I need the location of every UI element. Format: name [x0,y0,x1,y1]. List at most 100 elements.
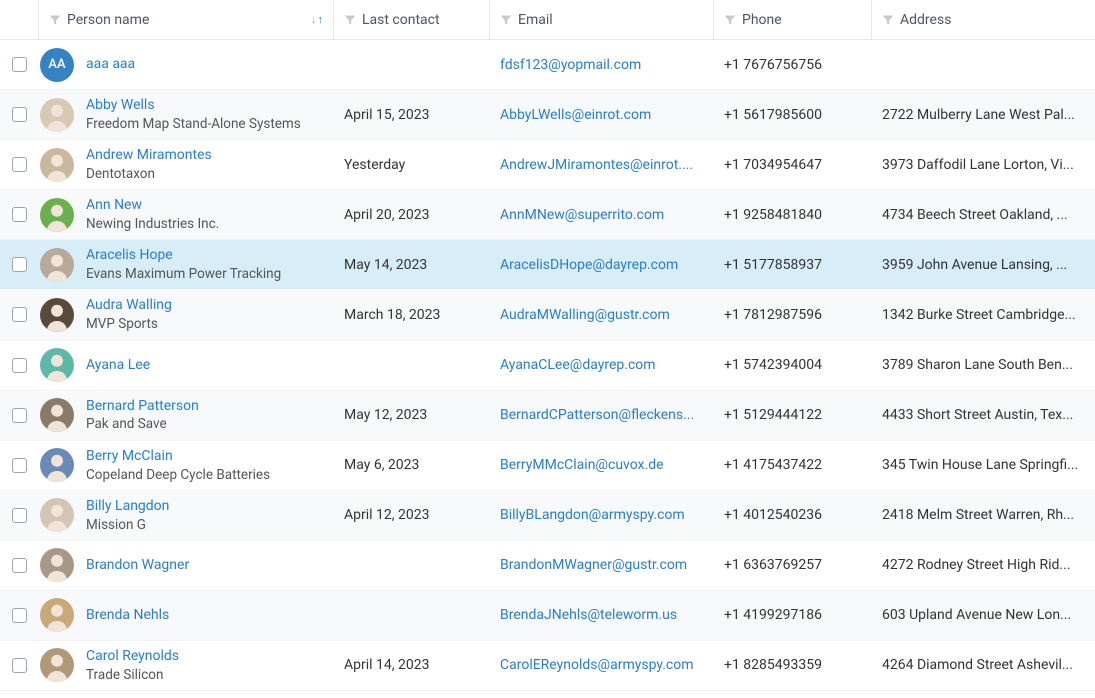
row-checkbox-cell [0,57,38,72]
person-name-link[interactable]: Billy Langdon [86,497,169,516]
table-row[interactable]: Ayana LeeAyanaCLee@dayrep.com+1 57423940… [0,341,1095,391]
email-cell: AudraMWalling@gustr.com [489,299,713,331]
person-name-link[interactable]: Abby Wells [86,96,301,115]
row-checkbox-cell [0,458,38,473]
avatar[interactable] [40,598,74,632]
header-address[interactable]: Address [871,0,1095,39]
row-checkbox[interactable] [12,358,27,373]
row-checkbox[interactable] [12,458,27,473]
table-row[interactable]: Brandon WagnerBrandonMWagner@gustr.com+1… [0,541,1095,591]
person-name-link[interactable]: Berry McClain [86,447,270,466]
email-link[interactable]: BerryMMcClain@cuvox.de [500,457,664,473]
avatar[interactable]: AA [40,48,74,82]
row-checkbox[interactable] [12,107,27,122]
avatar[interactable] [40,98,74,132]
email-link[interactable]: BillyBLangdon@armyspy.com [500,507,685,523]
email-cell: BerryMMcClain@cuvox.de [489,449,713,481]
person-name-link[interactable]: Audra Walling [86,296,172,315]
table-row[interactable]: Audra WallingMVP SportsMarch 18, 2023Aud… [0,290,1095,340]
row-checkbox-cell [0,307,38,322]
person-text: Aracelis HopeEvans Maximum Power Trackin… [86,246,281,283]
table-row[interactable]: Billy LangdonMission GApril 12, 2023Bill… [0,491,1095,541]
avatar[interactable] [40,498,74,532]
email-link[interactable]: CarolEReynolds@armyspy.com [500,657,694,673]
table-row[interactable]: Ann NewNewing Industries Inc.April 20, 2… [0,190,1095,240]
row-checkbox[interactable] [12,57,27,72]
email-cell: BrandonMWagner@gustr.com [489,549,713,581]
person-name-link[interactable]: aaa aaa [86,55,135,74]
filter-icon[interactable] [724,14,736,26]
header-phone-label: Phone [742,12,782,28]
email-link[interactable]: BrandonMWagner@gustr.com [500,557,687,573]
email-link[interactable]: AndrewJMiramontes@einrot.... [500,157,693,173]
avatar[interactable] [40,548,74,582]
row-checkbox[interactable] [12,508,27,523]
phone-cell: +1 5177858937 [713,249,871,281]
avatar[interactable] [40,298,74,332]
email-cell: fdsf123@yopmail.com [489,49,713,81]
person-name-link[interactable]: Bernard Patterson [86,397,199,416]
row-checkbox[interactable] [12,558,27,573]
table-row[interactable]: Brenda Nehls BrendaJNehls@teleworm.us +1 4… [0,591,1095,641]
sort-icon[interactable]: ↓↑ [311,14,323,25]
avatar[interactable] [40,148,74,182]
table-row[interactable]: AAaaa aaafdsf123@yopmail.com+1 767675675… [0,40,1095,90]
avatar[interactable] [40,448,74,482]
person-name-link[interactable]: Ayana Lee [86,356,150,375]
person-name-link[interactable]: Aracelis Hope [86,246,281,265]
person-company: Pak and Save [86,415,199,433]
row-checkbox[interactable] [12,157,27,172]
table-row[interactable]: Berry McClainCopeland Deep Cycle Batteri… [0,441,1095,491]
avatar[interactable] [40,198,74,232]
phone-cell: +1 4199297186 [713,599,871,631]
row-checkbox[interactable] [12,257,27,272]
person-name-link[interactable]: Brandon Wagner [86,556,189,575]
table-row[interactable]: Carol ReynoldsTrade SiliconApril 14, 202… [0,641,1095,691]
person-name-link[interactable]: Brenda Nehls [86,606,169,625]
row-checkbox[interactable] [12,307,27,322]
email-link[interactable]: AracelisDHope@dayrep.com [500,257,678,273]
row-checkbox[interactable] [12,408,27,423]
address-cell: 603 Upland Avenue New Lon... [871,599,1095,631]
avatar[interactable] [40,248,74,282]
person-company: Mission G [86,516,169,534]
table-body: AAaaa aaafdsf123@yopmail.com+1 767675675… [0,40,1095,691]
email-cell: AracelisDHope@dayrep.com [489,249,713,281]
filter-icon[interactable] [344,14,356,26]
table-row[interactable]: Andrew MiramontesDentotaxonYesterdayAndr… [0,140,1095,190]
row-checkbox[interactable] [12,658,27,673]
email-link[interactable]: AyanaCLee@dayrep.com [500,357,656,373]
address-cell: 345 Twin House Lane Springfi... [871,449,1095,481]
table-row[interactable]: Bernard PattersonPak and SaveMay 12, 202… [0,391,1095,441]
row-checkbox-cell [0,157,38,172]
avatar[interactable] [40,398,74,432]
filter-icon[interactable] [500,14,512,26]
email-link[interactable]: AnnMNew@superrito.com [500,207,664,223]
avatar[interactable] [40,348,74,382]
table-row[interactable]: Aracelis HopeEvans Maximum Power Trackin… [0,240,1095,290]
person-name-link[interactable]: Andrew Miramontes [86,146,212,165]
person-text: Audra WallingMVP Sports [86,296,172,333]
email-link[interactable]: BrendaJNehls@teleworm.us [500,607,677,623]
header-email[interactable]: Email [489,0,713,39]
email-link[interactable]: BernardCPatterson@fleckens... [500,407,694,423]
header-last-contact[interactable]: Last contact [333,0,489,39]
person-company: Copeland Deep Cycle Batteries [86,466,270,484]
address-cell: 3973 Daffodil Lane Lorton, Vi... [871,149,1095,181]
address-cell: 4272 Rodney Street High Rid... [871,549,1095,581]
row-checkbox[interactable] [12,608,27,623]
avatar[interactable] [40,648,74,682]
header-phone[interactable]: Phone [713,0,871,39]
row-checkbox-cell [0,658,38,673]
person-name-link[interactable]: Carol Reynolds [86,647,179,666]
filter-icon[interactable] [49,14,61,26]
person-name-link[interactable]: Ann New [86,196,219,215]
table-row[interactable]: Abby WellsFreedom Map Stand-Alone System… [0,90,1095,140]
filter-icon[interactable] [882,14,894,26]
header-person[interactable]: Person name ↓↑ [38,0,333,39]
email-link[interactable]: fdsf123@yopmail.com [500,57,641,73]
email-link[interactable]: AbbyLWells@einrot.com [500,107,651,123]
email-link[interactable]: AudraMWalling@gustr.com [500,307,670,323]
row-checkbox-cell [0,508,38,523]
row-checkbox[interactable] [12,207,27,222]
